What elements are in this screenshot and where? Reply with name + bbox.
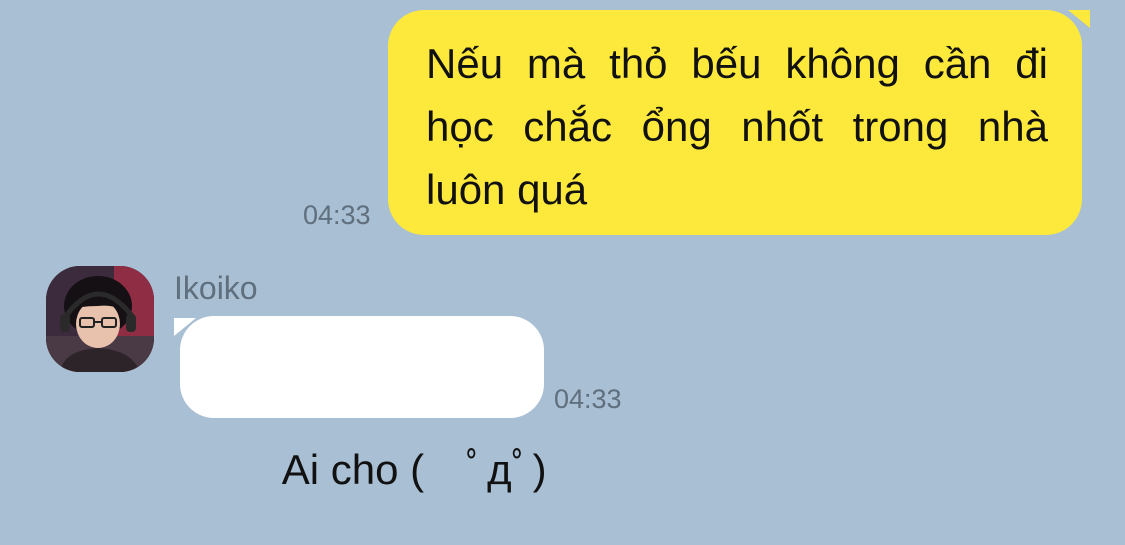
- avatar[interactable]: [46, 266, 154, 372]
- incoming-message-bubble[interactable]: Ai cho ( ﾟдﾟ): [174, 316, 547, 493]
- chat-area: 04:33 Nếu mà thỏ bếu không cần đi học ch…: [0, 0, 1125, 517]
- message-text: Nếu mà thỏ bếu không cần đi học chắc ổng…: [426, 40, 1048, 213]
- sender-name[interactable]: Ikoiko: [174, 270, 258, 307]
- bubble-tail: [1068, 10, 1090, 28]
- message-timestamp: 04:33: [554, 384, 622, 414]
- outgoing-message: 04:33 Nếu mà thỏ bếu không cần đi học ch…: [300, 10, 1090, 240]
- message-timestamp: 04:33: [303, 200, 371, 230]
- incoming-message: Ikoiko Ai cho ( ﾟдﾟ) 04:33: [46, 266, 666, 493]
- message-text: Ai cho ( ﾟдﾟ): [281, 446, 547, 493]
- user-avatar-photo-icon: [46, 266, 154, 372]
- outgoing-message-bubble[interactable]: Nếu mà thỏ bếu không cần đi học chắc ổng…: [388, 10, 1090, 235]
- bubble-tail: [174, 318, 196, 336]
